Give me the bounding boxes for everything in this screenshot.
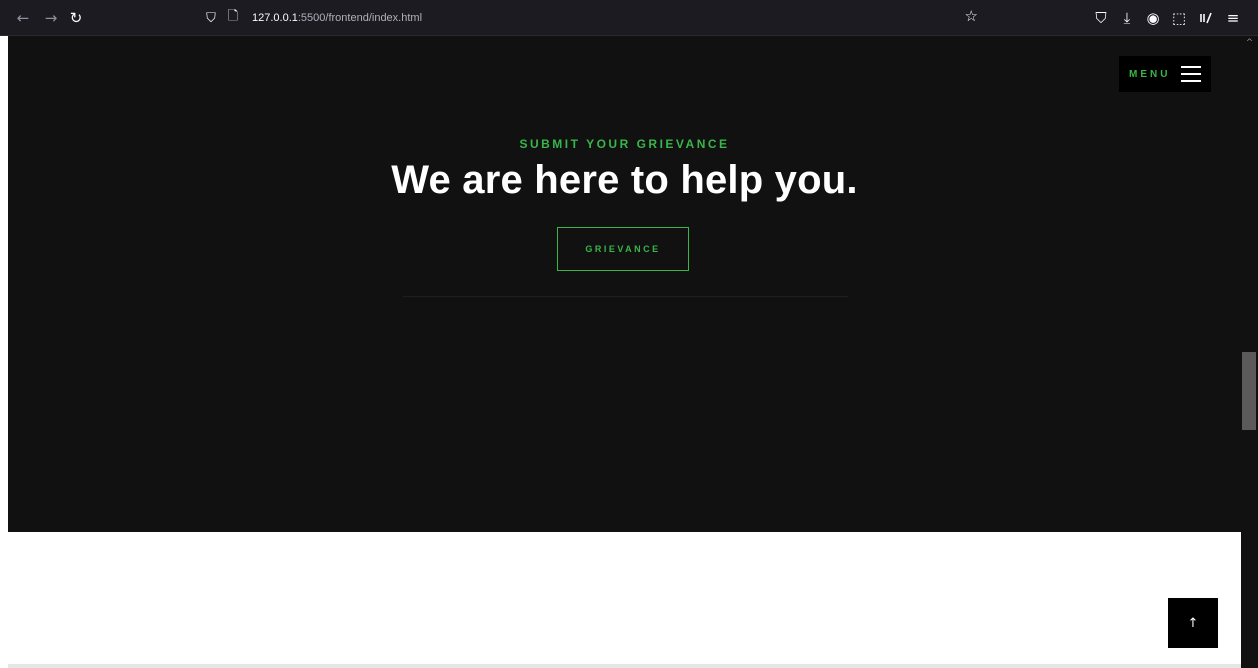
back-to-top-button[interactable]: ↑: [1168, 598, 1218, 648]
hero-kicker: SUBMIT YOUR GRIEVANCE: [519, 137, 730, 151]
hero-divider: [403, 296, 848, 297]
url-host: 127.0.0.1: [252, 12, 298, 24]
page-bottom-edge: [8, 664, 1241, 668]
hamburger-icon: [1181, 66, 1201, 82]
page-scrollbar[interactable]: ^: [1241, 36, 1258, 668]
reader-view-icon[interactable]: [1193, 0, 1219, 36]
downloads-icon[interactable]: ⤓: [1114, 0, 1140, 36]
account-icon[interactable]: ◉: [1140, 0, 1166, 36]
back-icon[interactable]: ←: [10, 0, 36, 36]
url-path: :5500/frontend/index.html: [297, 12, 423, 24]
menu-label: MENU: [1129, 68, 1171, 80]
menu-button[interactable]: MENU: [1119, 56, 1211, 92]
app-menu-icon[interactable]: ≡: [1220, 0, 1246, 36]
slashes-icon: [1200, 12, 1212, 24]
arrow-up-icon: ↑: [1187, 615, 1199, 631]
hero-headline: We are here to help you.: [391, 158, 858, 202]
page-info-icon[interactable]: 🗋: [222, 7, 244, 29]
scroll-up-icon[interactable]: ^: [1241, 38, 1258, 50]
grievance-button[interactable]: GRIEVANCE: [557, 227, 689, 271]
browser-toolbar: ← → ↻ ⛉ 🗋 127.0.0.1:5500/frontend/index.…: [0, 0, 1258, 36]
reload-icon[interactable]: ↻: [63, 0, 89, 36]
url-text[interactable]: 127.0.0.1:5500/frontend/index.html: [252, 12, 422, 24]
pocket-icon[interactable]: ⛉: [1088, 0, 1114, 36]
address-bar[interactable]: ⛉ 🗋 127.0.0.1:5500/frontend/index.html ☆: [192, 5, 988, 31]
scrollbar-thumb[interactable]: [1242, 352, 1256, 430]
extensions-icon[interactable]: ⬚: [1166, 0, 1192, 36]
bookmark-star-icon[interactable]: ☆: [965, 7, 978, 25]
tracking-protection-icon[interactable]: ⛉: [200, 7, 222, 29]
hero-section: MENU SUBMIT YOUR GRIEVANCE We are here t…: [8, 36, 1241, 532]
forward-icon[interactable]: →: [38, 0, 64, 36]
